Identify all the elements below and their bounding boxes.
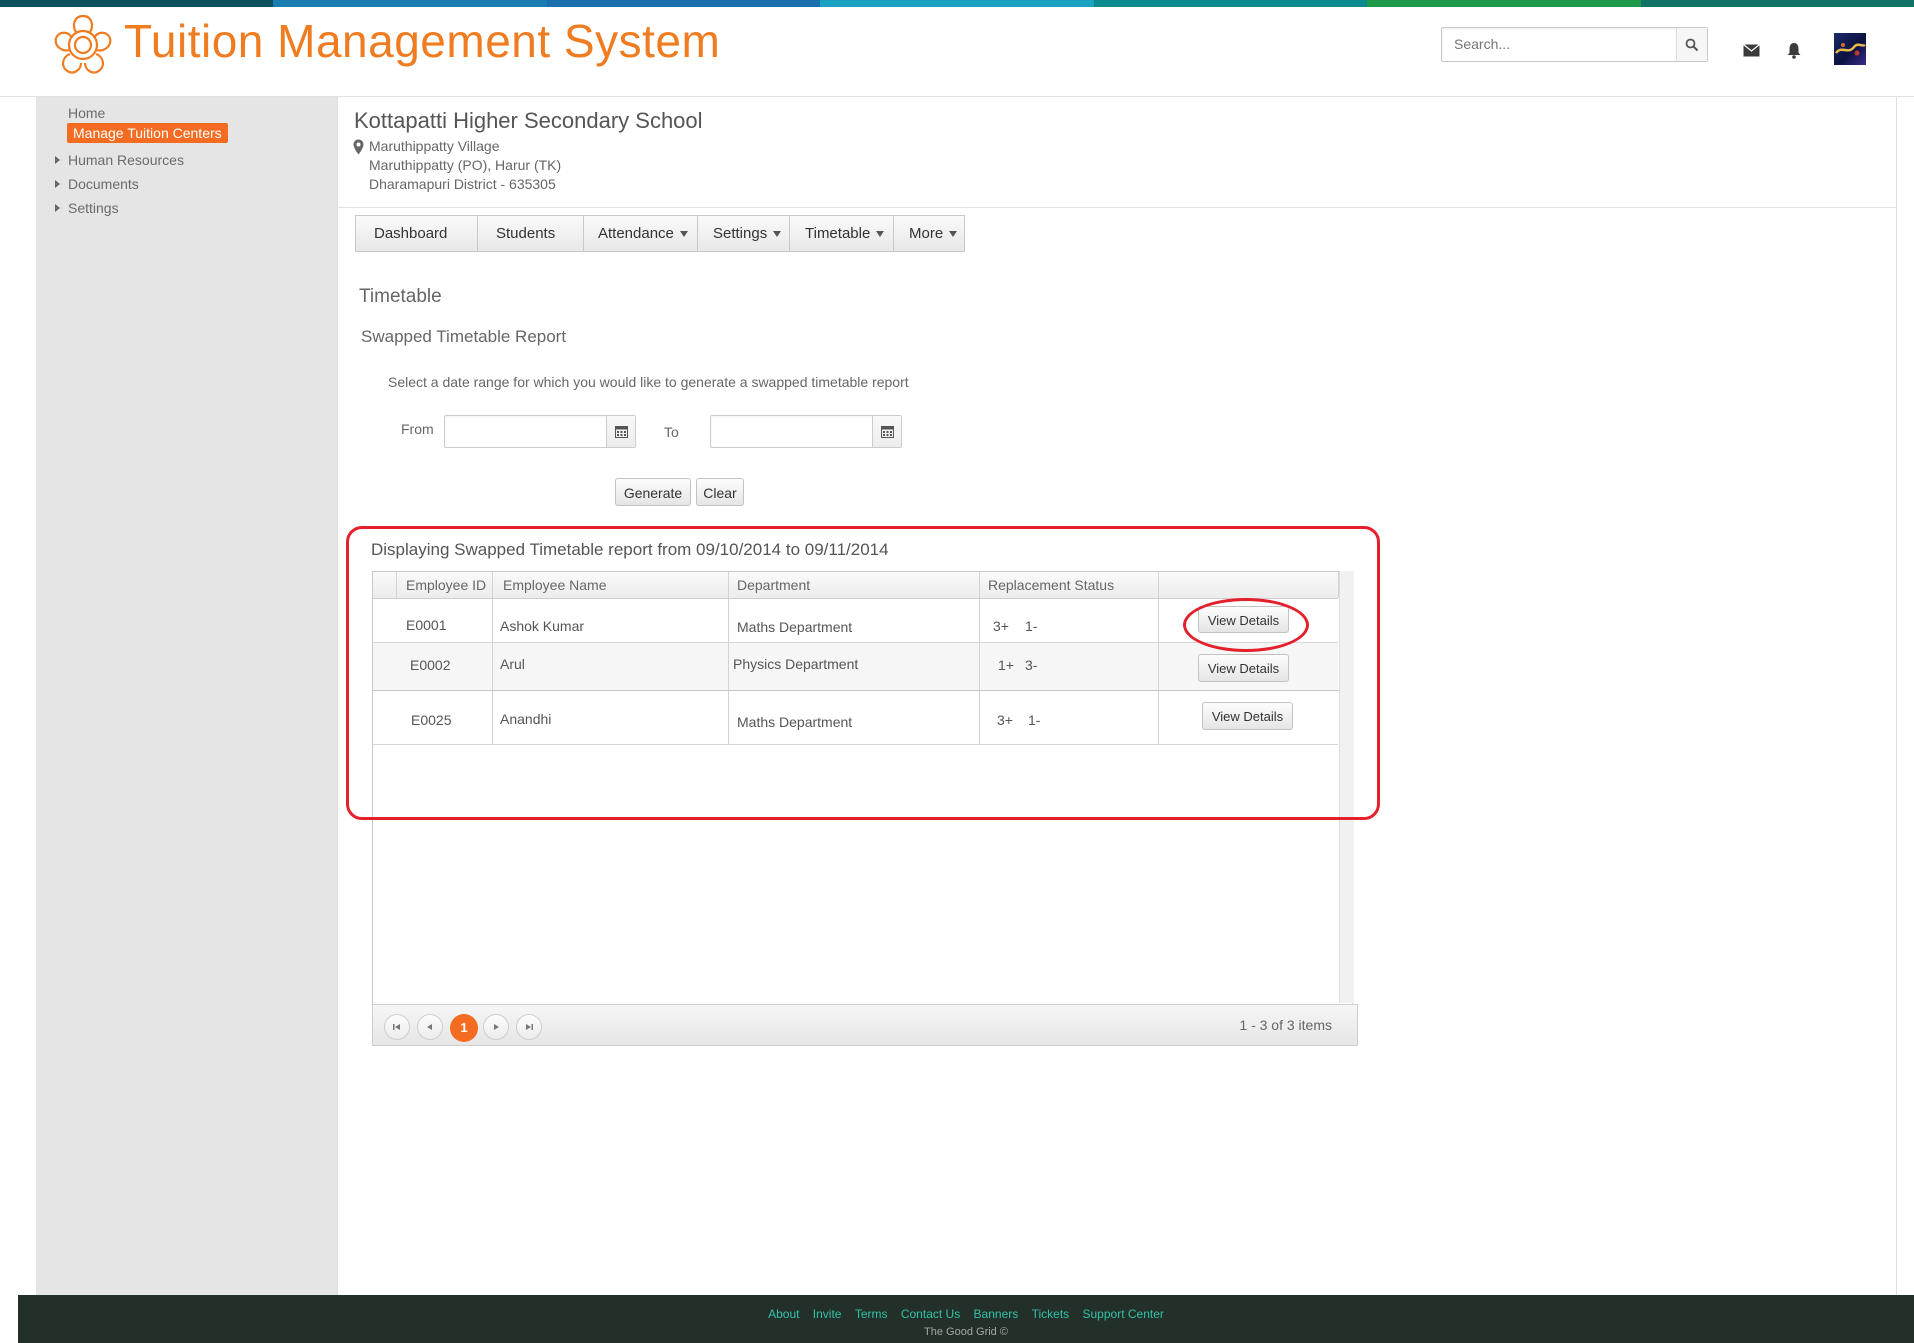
tab-attendance[interactable]: Attendance <box>584 216 698 251</box>
generate-button[interactable]: Generate <box>615 478 691 506</box>
mail-icon[interactable] <box>1743 44 1760 57</box>
calendar-icon <box>880 426 894 438</box>
footer-link-support-center[interactable]: Support Center <box>1083 1307 1164 1321</box>
report-title: Swapped Timetable Report <box>361 327 567 346</box>
current-page-button[interactable]: 1 <box>450 1014 478 1042</box>
search-box[interactable] <box>1441 27 1708 62</box>
footer-link-invite[interactable]: Invite <box>813 1307 842 1321</box>
footer: About Invite Terms Contact Us Banners Ti… <box>18 1295 1914 1343</box>
tab-more[interactable]: More <box>894 216 964 251</box>
instructions-text: Select a date range for which you would … <box>388 374 909 390</box>
section-title: Timetable <box>359 286 442 307</box>
search-icon <box>1685 38 1699 51</box>
from-calendar-button[interactable] <box>606 416 635 447</box>
pager-info: 1 - 3 of 3 items <box>1239 1017 1332 1033</box>
tab-label: Attendance <box>598 225 674 242</box>
bell-icon[interactable] <box>1786 42 1802 59</box>
first-page-button[interactable] <box>384 1014 410 1040</box>
school-divider <box>338 207 1896 208</box>
sidebar-item-human-resources[interactable]: Human Resources <box>68 152 184 168</box>
sidebar-item-documents[interactable]: Documents <box>68 176 139 192</box>
caret-right-icon <box>55 204 60 212</box>
content-divider <box>1896 97 1897 1295</box>
top-color-strip <box>0 0 1914 7</box>
footer-links: About Invite Terms Contact Us Banners Ti… <box>18 1307 1914 1321</box>
footer-link-about[interactable]: About <box>768 1307 799 1321</box>
to-date-picker[interactable] <box>710 415 902 448</box>
school-address-line: Maruthippatty Village <box>369 138 500 154</box>
next-page-button[interactable] <box>483 1014 509 1040</box>
previous-page-button[interactable] <box>417 1014 443 1040</box>
last-page-icon <box>526 1024 533 1030</box>
chevron-down-icon <box>773 231 782 238</box>
content-divider <box>337 97 338 1295</box>
clear-button[interactable]: Clear <box>696 478 744 506</box>
school-name: Kottapatti Higher Secondary School <box>354 108 703 133</box>
chevron-down-icon <box>679 231 688 238</box>
sidebar: Home Manage Tuition Centers Human Resour… <box>36 97 337 1295</box>
tab-students[interactable]: Students <box>478 216 584 251</box>
sidebar-item-settings[interactable]: Settings <box>68 200 119 216</box>
chevron-down-icon <box>876 231 885 238</box>
app-title: Tuition Management System <box>124 15 721 67</box>
caret-right-icon <box>55 156 60 164</box>
tab-settings[interactable]: Settings <box>698 216 790 251</box>
first-page-icon <box>393 1024 400 1030</box>
search-button[interactable] <box>1676 28 1707 61</box>
highlight-oval <box>1183 598 1309 652</box>
footer-copyright: The Good Grid © <box>924 1326 1008 1338</box>
school-address-line: Maruthippatty (PO), Harur (TK) <box>369 157 562 173</box>
caret-right-icon <box>55 180 60 188</box>
chevron-down-icon <box>949 231 958 238</box>
logo-icon <box>54 14 112 74</box>
calendar-icon <box>614 426 628 438</box>
to-calendar-button[interactable] <box>872 416 901 447</box>
footer-link-banners[interactable]: Banners <box>974 1307 1019 1321</box>
search-input[interactable] <box>1442 28 1676 59</box>
tab-dashboard[interactable]: Dashboard <box>356 216 478 251</box>
sidebar-item-manage-tuition-centers[interactable]: Manage Tuition Centers <box>67 123 228 143</box>
avatar[interactable] <box>1834 33 1866 65</box>
main-tabs: Dashboard Students Attendance Settings T… <box>355 215 965 252</box>
tab-label: More <box>909 225 944 242</box>
footer-link-contact-us[interactable]: Contact Us <box>901 1307 960 1321</box>
sidebar-item-home[interactable]: Home <box>68 105 105 121</box>
tab-label: Settings <box>713 225 768 242</box>
last-page-button[interactable] <box>516 1014 542 1040</box>
next-page-icon <box>494 1024 499 1030</box>
tab-label: Timetable <box>805 225 871 242</box>
grid-pager: 1 1 - 3 of 3 items <box>372 1004 1358 1046</box>
from-date-input[interactable] <box>445 416 608 447</box>
school-address-line: Dharamapuri District - 635305 <box>369 176 556 192</box>
tab-label: Students <box>496 225 556 242</box>
map-pin-icon <box>353 139 364 155</box>
previous-page-icon <box>427 1024 432 1030</box>
from-date-picker[interactable] <box>444 415 636 448</box>
footer-link-terms[interactable]: Terms <box>855 1307 888 1321</box>
tab-timetable[interactable]: Timetable <box>790 216 894 251</box>
from-label: From <box>401 421 434 437</box>
to-date-input[interactable] <box>711 416 874 447</box>
footer-link-tickets[interactable]: Tickets <box>1032 1307 1070 1321</box>
avatar-image <box>1835 43 1866 56</box>
tab-label: Dashboard <box>374 225 448 242</box>
to-label: To <box>664 424 679 440</box>
highlight-rectangle <box>346 526 1380 820</box>
